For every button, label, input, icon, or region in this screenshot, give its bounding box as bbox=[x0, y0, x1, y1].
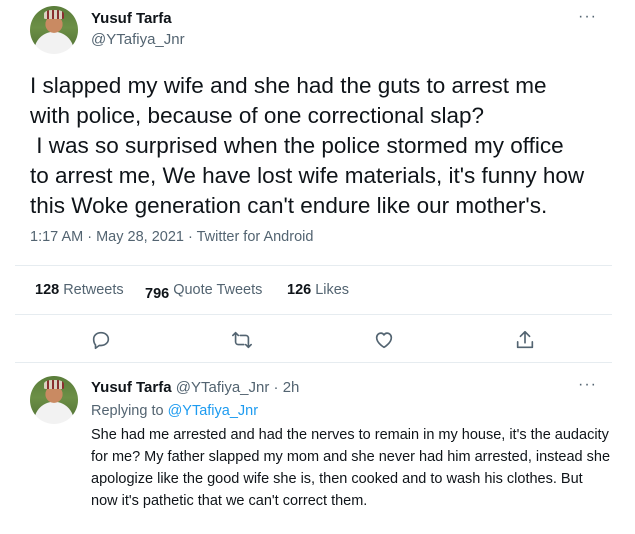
quote-count: 796 bbox=[145, 286, 170, 302]
likes-label: Likes bbox=[315, 282, 350, 298]
replying-to: Replying to @YTafiya_Jnr bbox=[91, 403, 258, 419]
retweets-label: Retweets bbox=[63, 282, 124, 298]
reply-header: Yusuf Tarfa @YTafiya_Jnr · 2h bbox=[91, 379, 299, 396]
tweet-meta[interactable]: 1:17 AM · May 28, 2021 · Twitter for And… bbox=[30, 229, 313, 245]
replying-to-link[interactable]: @YTafiya_Jnr bbox=[168, 403, 258, 419]
reply-separator: · bbox=[273, 379, 279, 396]
divider bbox=[15, 265, 612, 266]
likes-count: 126 bbox=[287, 282, 312, 298]
avatar-cap bbox=[44, 379, 64, 390]
divider bbox=[15, 314, 612, 315]
retweets-stat[interactable]: 128 Retweets bbox=[35, 282, 124, 298]
retweets-count: 128 bbox=[35, 282, 60, 298]
reply-author-handle[interactable]: @YTafiya_Jnr bbox=[176, 379, 270, 396]
tweet-text: I slapped my wife and she had the guts t… bbox=[30, 73, 585, 218]
more-options-icon[interactable]: ··· bbox=[578, 8, 597, 26]
author-handle[interactable]: @YTafiya_Jnr bbox=[91, 31, 185, 48]
quote-label: Quote Tweets bbox=[173, 282, 263, 298]
reply-author-name[interactable]: Yusuf Tarfa bbox=[91, 379, 172, 396]
author-avatar[interactable] bbox=[30, 6, 78, 54]
likes-stat[interactable]: 126 Likes bbox=[287, 282, 349, 298]
reply-time[interactable]: 2h bbox=[283, 379, 300, 396]
quote-tweets-stat[interactable]: 796 Quote Tweets bbox=[145, 282, 263, 302]
avatar-cap bbox=[44, 9, 64, 20]
retweet-icon[interactable] bbox=[231, 329, 253, 351]
reply-author-avatar[interactable] bbox=[30, 376, 78, 424]
author-name[interactable]: Yusuf Tarfa bbox=[91, 10, 172, 27]
share-icon[interactable] bbox=[514, 329, 536, 351]
reply-icon[interactable] bbox=[90, 329, 112, 351]
like-icon[interactable] bbox=[373, 329, 395, 351]
replying-prefix: Replying to bbox=[91, 403, 164, 419]
divider bbox=[15, 362, 612, 363]
reply-text: She had me arrested and had the nerves t… bbox=[91, 427, 611, 509]
reply-more-options-icon[interactable]: ··· bbox=[578, 376, 597, 394]
